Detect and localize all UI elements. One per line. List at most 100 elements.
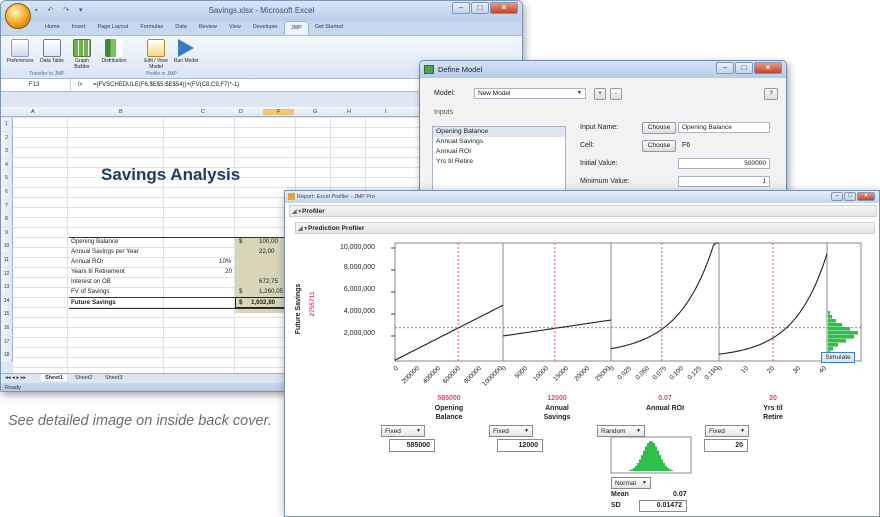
remove-model-button[interactable]: - — [610, 88, 622, 100]
sheet-tab-3[interactable]: Sheet3 — [105, 375, 122, 381]
cell-label[interactable]: Annual Savings per Year — [71, 248, 139, 255]
initial-value-field[interactable]: 500000 — [678, 158, 770, 169]
factor-value-field[interactable]: 20 — [704, 439, 748, 452]
factor-mode-select[interactable]: Fixed ▼ — [381, 425, 425, 437]
tab-page-layout[interactable]: Page Layout — [91, 21, 134, 35]
add-model-button[interactable]: + — [594, 88, 606, 100]
list-item[interactable]: Annual Savings — [433, 137, 565, 147]
cell-value[interactable]: 1,932,80 — [251, 299, 275, 306]
name-box[interactable]: F13 — [1, 79, 71, 91]
close-button[interactable]: × — [490, 2, 518, 14]
cell-label[interactable]: Annual ROI — [71, 258, 103, 265]
col-header[interactable]: C — [201, 109, 205, 115]
tab-data[interactable]: Data — [169, 21, 193, 35]
row-header[interactable]: 14 — [1, 294, 13, 308]
plot-pane[interactable] — [502, 242, 612, 362]
row-header[interactable]: 10 — [1, 240, 13, 254]
col-header[interactable]: G — [313, 109, 317, 115]
list-item[interactable]: Opening Balance — [433, 127, 565, 137]
row-header[interactable]: 15 — [1, 308, 13, 322]
tab-insert[interactable]: Insert — [66, 21, 92, 35]
close-button[interactable]: × — [754, 62, 782, 74]
cell-label[interactable]: Future Savings — [71, 299, 116, 306]
run-model-icon — [178, 39, 194, 57]
tab-jmp[interactable]: JMP — [283, 21, 309, 35]
cell-label[interactable]: Opening Balance — [71, 238, 118, 245]
factor-mode-select[interactable]: Fixed ▼ — [489, 425, 533, 437]
cell-label[interactable]: Years til Retirement — [71, 268, 125, 275]
row-header[interactable]: 6 — [1, 186, 13, 199]
cell-input[interactable]: 10% — [219, 258, 231, 265]
cell-value[interactable]: 22,00 — [259, 248, 274, 255]
row-header[interactable]: 1 — [1, 118, 13, 131]
cell-label[interactable]: FV of Savings — [71, 288, 110, 295]
cell-value[interactable]: 1,260,05 — [259, 288, 283, 295]
chevron-down-icon: ▼ — [740, 428, 745, 434]
col-header[interactable]: D — [239, 109, 243, 115]
data-table-button[interactable]: Data Table — [37, 39, 67, 65]
minimize-button[interactable]: – — [716, 62, 734, 74]
distribution-button[interactable]: Distribution — [99, 39, 129, 65]
mean-value[interactable]: 0.07 — [673, 491, 687, 498]
preferences-button[interactable]: Preferences — [5, 39, 35, 65]
minimize-button[interactable]: – — [452, 2, 470, 14]
tab-view[interactable]: View — [223, 21, 247, 35]
sheet-tab-2[interactable]: Sheet2 — [75, 375, 92, 381]
cell-value[interactable]: 100,00 — [259, 238, 278, 245]
list-item[interactable]: Annual ROI — [433, 147, 565, 157]
distribution-select[interactable]: Normal ▼ — [611, 477, 651, 489]
tab-get-started[interactable]: Get Started — [309, 21, 349, 35]
maximize-button[interactable]: □ — [735, 62, 753, 74]
row-header[interactable]: 13 — [1, 281, 13, 295]
row-header[interactable]: 18 — [1, 349, 13, 363]
input-name-field[interactable]: Opening Balance — [678, 122, 770, 133]
row-header[interactable]: 5 — [1, 172, 13, 186]
row-header[interactable]: 17 — [1, 335, 13, 349]
help-button[interactable]: ? — [764, 88, 778, 100]
tab-developer[interactable]: Developer — [247, 21, 284, 35]
model-select[interactable]: New Model ▼ — [474, 88, 586, 99]
choose-name-button[interactable]: Choose — [642, 122, 676, 134]
row-header[interactable]: 9 — [1, 226, 13, 240]
tab-review[interactable]: Review — [193, 21, 223, 35]
col-header[interactable]: F — [263, 109, 295, 115]
col-header[interactable]: H — [347, 109, 351, 115]
fx-icon[interactable]: fx — [71, 82, 89, 88]
graph-builder-button[interactable]: Graph Builder — [67, 39, 97, 70]
plot-pane[interactable] — [610, 242, 720, 362]
tab-home[interactable]: Home — [39, 21, 66, 35]
plot-pane[interactable] — [394, 242, 504, 362]
cell-input[interactable]: 20 — [225, 268, 232, 275]
row-header[interactable]: 3 — [1, 145, 13, 159]
simulate-button[interactable]: Simulate — [821, 352, 855, 363]
minimum-value-field[interactable]: 1 — [678, 176, 770, 187]
profile-plots[interactable] — [285, 191, 880, 517]
factor-mode-select[interactable]: Fixed ▼ — [705, 425, 749, 437]
row-header[interactable]: 11 — [1, 254, 13, 267]
maximize-button[interactable]: □ — [471, 2, 489, 14]
col-header[interactable]: B — [119, 109, 123, 115]
formula-input[interactable]: =(FVSCHEDULE(F6,$E$5:$E$54))+(FV(C8,C9,F… — [89, 82, 239, 88]
col-header[interactable]: I — [385, 109, 387, 115]
edit-view-model-button[interactable]: Edit / View Model — [141, 39, 171, 70]
sheet-tab-1[interactable]: Sheet1 — [41, 375, 68, 381]
row-header[interactable]: 16 — [1, 322, 13, 335]
row-header[interactable]: 7 — [1, 199, 13, 213]
col-header[interactable]: A — [31, 109, 35, 115]
factor-value-field[interactable]: 12000 — [497, 439, 543, 452]
sd-field[interactable]: 0.01472 — [639, 500, 687, 512]
row-header[interactable]: 12 — [1, 267, 13, 281]
choose-cell-button[interactable]: Choose — [642, 140, 676, 152]
cell-value[interactable]: 672,75 — [259, 278, 278, 285]
row-header[interactable]: 2 — [1, 131, 13, 145]
row-header[interactable]: 4 — [1, 158, 13, 172]
office-button[interactable] — [5, 3, 31, 29]
run-model-button[interactable]: Run Model — [171, 39, 201, 65]
cell-label[interactable]: Interest on OB — [71, 278, 111, 285]
list-item[interactable]: Yrs til Retire — [433, 157, 565, 167]
sheet-nav-icons[interactable]: ◂◂ ◂ ▸ ▸▸ — [5, 375, 26, 381]
row-header[interactable]: 8 — [1, 213, 13, 227]
factor-value-field[interactable]: 585000 — [389, 439, 435, 452]
tab-formulas[interactable]: Formulas — [134, 21, 169, 35]
factor-mode-select[interactable]: Random ▼ — [597, 425, 645, 437]
